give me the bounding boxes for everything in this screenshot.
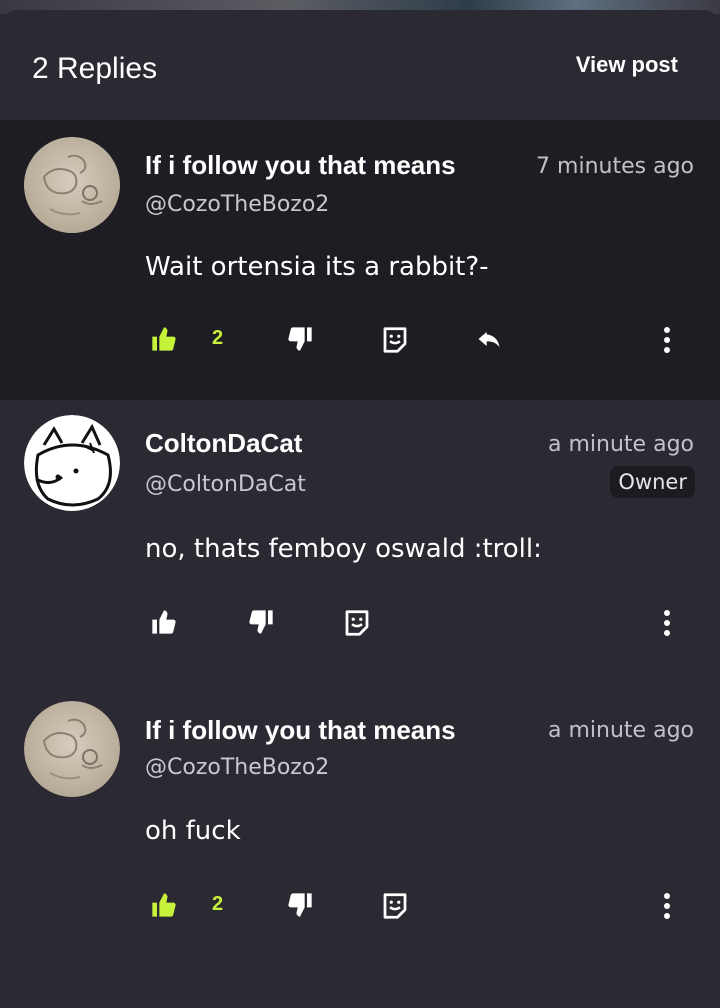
comment-actions: 2	[0, 325, 720, 365]
comment-item: If i follow you that means a minute ago …	[0, 685, 720, 985]
sticker-icon	[345, 610, 369, 636]
comment-author-name[interactable]: If i follow you that means	[145, 715, 523, 746]
comment-author-name[interactable]: ColtonDaCat	[145, 428, 302, 459]
thumbs-down-icon	[288, 893, 312, 917]
sticker-icon	[383, 327, 407, 353]
comment-text: oh fuck	[145, 816, 241, 846]
dislike-button[interactable]	[286, 325, 314, 357]
sheet-header: 2 Replies View post	[0, 10, 720, 120]
comment-text: Wait ortensia its a rabbit?-	[145, 252, 489, 282]
sticker-reply-button[interactable]	[380, 325, 410, 359]
more-vertical-icon	[664, 610, 670, 636]
more-vertical-icon	[664, 893, 670, 919]
dislike-button[interactable]	[286, 891, 314, 923]
more-options-button[interactable]	[664, 327, 670, 357]
reply-button[interactable]	[474, 325, 504, 357]
like-button[interactable]	[150, 325, 178, 357]
more-options-button[interactable]	[664, 893, 670, 923]
thumbs-up-icon	[152, 893, 176, 917]
more-vertical-icon	[664, 327, 670, 353]
comment-text: no, thats femboy oswald :troll:	[145, 534, 542, 564]
comment-actions	[0, 608, 720, 648]
sticker-reply-button[interactable]	[380, 891, 410, 925]
thumbs-up-icon	[152, 610, 176, 634]
replies-title: 2 Replies	[32, 52, 158, 85]
comment-timestamp: a minute ago	[548, 432, 694, 457]
like-button[interactable]	[150, 891, 178, 923]
sticker-reply-button[interactable]	[342, 608, 372, 642]
comment-author-handle[interactable]: @CozoTheBozo2	[145, 755, 329, 780]
view-post-button[interactable]: View post	[576, 52, 678, 78]
comment-author-handle[interactable]: @CozoTheBozo2	[145, 192, 329, 217]
avatar[interactable]	[24, 701, 120, 797]
dislike-button[interactable]	[247, 608, 275, 640]
reply-arrow-icon	[478, 332, 500, 348]
replies-sheet: 2 Replies View post If i follow you that…	[0, 10, 720, 1008]
more-options-button[interactable]	[664, 610, 670, 640]
comment-author-name[interactable]: If i follow you that means	[145, 150, 510, 181]
sticker-icon	[383, 893, 407, 919]
like-count: 2	[212, 327, 224, 349]
thumbs-up-icon	[152, 327, 176, 351]
comment-actions: 2	[0, 891, 720, 931]
comment-author-handle[interactable]: @ColtonDaCat	[145, 472, 306, 497]
thumbs-down-icon	[288, 327, 312, 351]
like-count: 2	[212, 893, 224, 915]
comment-timestamp: 7 minutes ago	[536, 154, 694, 179]
comment-item: If i follow you that means 7 minutes ago…	[0, 120, 720, 400]
thumbs-down-icon	[249, 610, 273, 634]
owner-badge: Owner	[610, 466, 695, 498]
comment-timestamp: a minute ago	[548, 718, 694, 743]
like-button[interactable]	[150, 608, 178, 640]
avatar[interactable]	[24, 137, 120, 233]
avatar[interactable]	[24, 415, 120, 511]
comment-item: ColtonDaCat a minute ago @ColtonDaCat Ow…	[0, 400, 720, 685]
